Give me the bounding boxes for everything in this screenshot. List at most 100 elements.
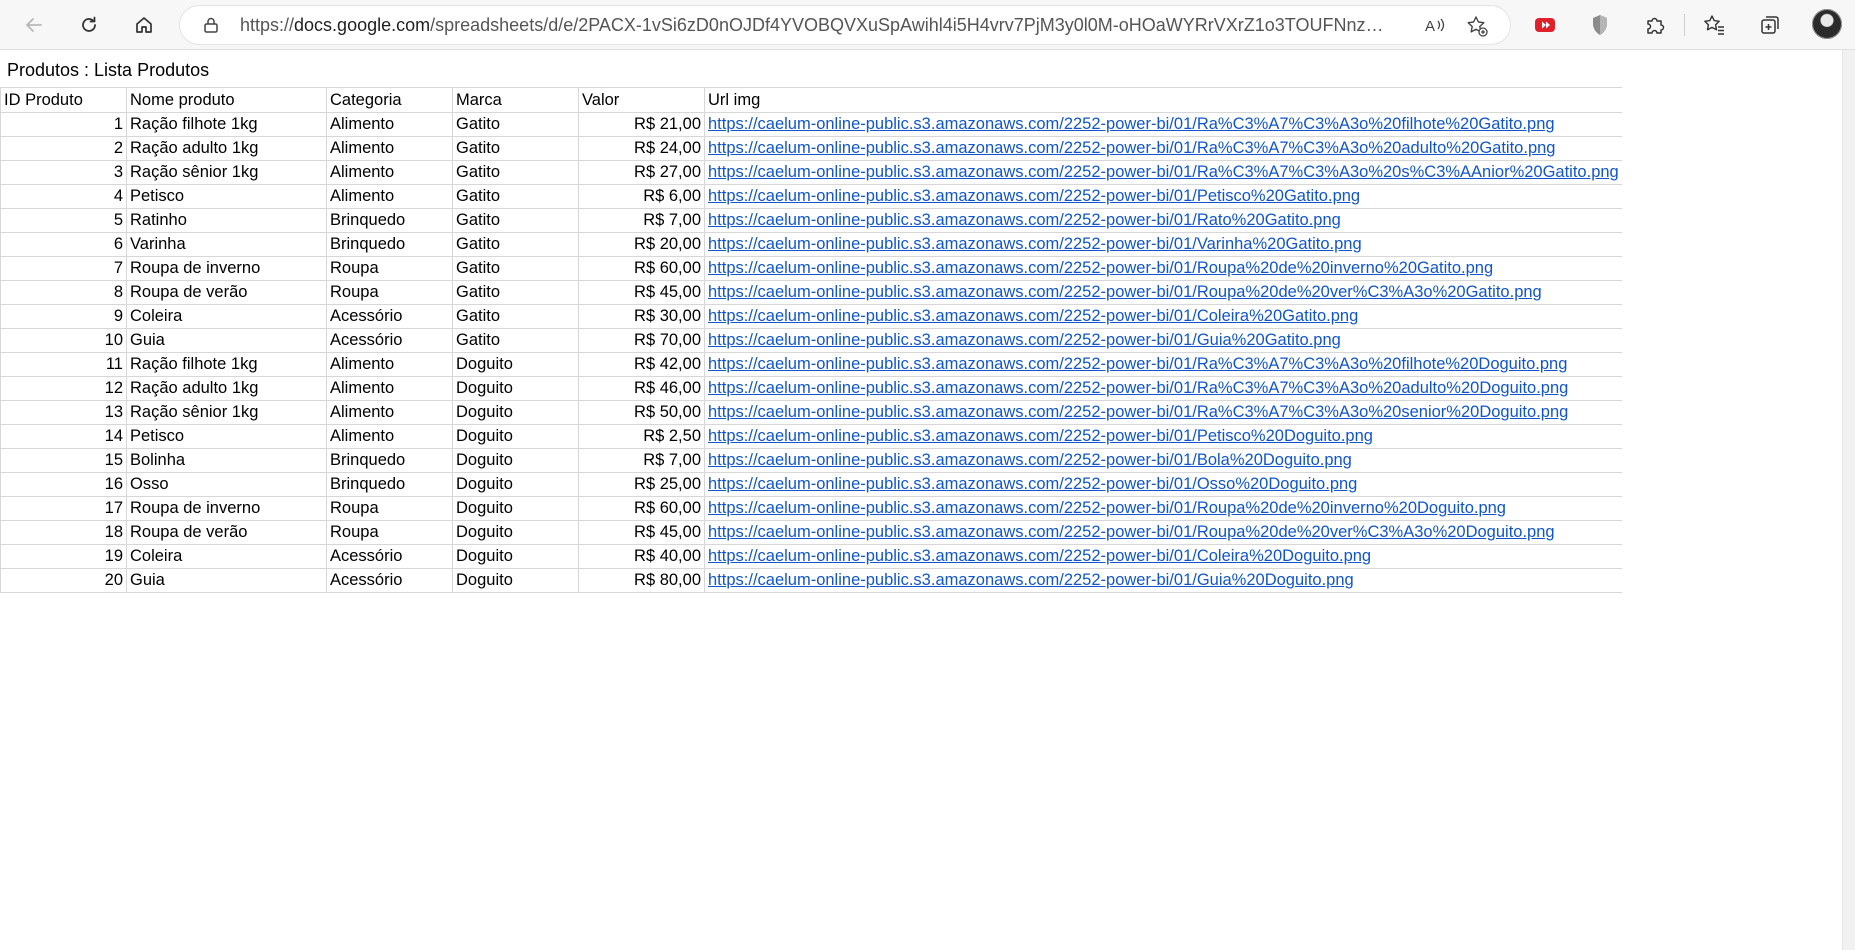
cell-value: R$ 27,00 [578,160,705,185]
cell-brand: Gatito [452,160,579,185]
cell-name: Ração filhote 1kg [126,352,327,377]
collections-button[interactable] [1753,8,1787,42]
cell-id: 10 [0,328,127,353]
cell-name: Guia [126,328,327,353]
toolbar-separator [1684,14,1685,36]
cell-category: Brinquedo [326,448,453,473]
image-url-link[interactable]: https://caelum-online-public.s3.amazonaw… [708,307,1358,325]
image-url-link[interactable]: https://caelum-online-public.s3.amazonaw… [708,499,1506,517]
image-url-link[interactable]: https://caelum-online-public.s3.amazonaw… [708,139,1555,157]
reload-button[interactable] [72,8,106,42]
header-row: ID Produto Nome produto Categoria Marca … [0,87,1622,113]
cell-category: Roupa [326,496,453,521]
cell-brand: Doguito [452,424,579,449]
table-row: 4 Petisco Alimento Gatito R$ 6,00 https://cae… [0,184,1622,209]
cell-category: Alimento [326,424,453,449]
extensions-button[interactable] [1638,8,1672,42]
cell-brand: Gatito [452,328,579,353]
cell-brand: Gatito [452,304,579,329]
cell-value: R$ 2,50 [578,424,705,449]
cell-brand: Gatito [452,256,579,281]
image-url-link[interactable]: https://caelum-online-public.s3.amazonaw… [708,403,1568,421]
cell-value: R$ 46,00 [578,376,705,401]
cell-name: Petisco [126,424,327,449]
cell-url: https://caelum-online-public.s3.amazonaw… [703,472,1622,497]
cell-category: Brinquedo [326,208,453,233]
image-url-link[interactable]: https://caelum-online-public.s3.amazonaw… [708,163,1619,181]
cell-url: https://caelum-online-public.s3.amazonaw… [703,280,1622,305]
table-row: 1 Ração filhote 1kg Alimento Gatito R$ 21,00… [0,112,1622,137]
cell-id: 3 [0,160,127,185]
cell-name: Ração sênior 1kg [126,160,327,185]
back-arrow-icon [24,15,44,35]
header-url: Url img [703,87,1622,113]
image-url-link[interactable]: https://caelum-online-public.s3.amazonaw… [708,547,1371,565]
image-url-link[interactable]: https://caelum-online-public.s3.amazonaw… [708,379,1568,397]
cell-value: R$ 40,00 [578,544,705,569]
cell-id: 6 [0,232,127,257]
cell-value: R$ 7,00 [578,208,705,233]
add-favorite-icon[interactable] [1466,15,1488,42]
image-url-link[interactable]: https://caelum-online-public.s3.amazonaw… [708,283,1542,301]
home-button[interactable] [127,8,161,42]
read-aloud-icon[interactable]: A [1424,15,1446,40]
image-url-link[interactable]: https://caelum-online-public.s3.amazonaw… [708,235,1362,253]
cell-value: R$ 50,00 [578,400,705,425]
back-button[interactable] [17,8,51,42]
favorites-button[interactable] [1697,8,1731,42]
cell-id: 8 [0,280,127,305]
image-url-link[interactable]: https://caelum-online-public.s3.amazonaw… [708,475,1357,493]
table-row: 14 Petisco Alimento Doguito R$ 2,50 https://c… [0,424,1622,449]
cell-id: 4 [0,184,127,209]
header-category: Categoria [326,87,453,113]
reload-icon [79,15,99,35]
cell-category: Alimento [326,112,453,137]
cell-value: R$ 21,00 [578,112,705,137]
cell-brand: Gatito [452,232,579,257]
cell-id: 1 [0,112,127,137]
header-brand: Marca [452,87,579,113]
cell-category: Alimento [326,352,453,377]
image-url-link[interactable]: https://caelum-online-public.s3.amazonaw… [708,259,1493,277]
image-url-link[interactable]: https://caelum-online-public.s3.amazonaw… [708,427,1373,445]
cell-brand: Doguito [452,568,579,593]
lock-icon[interactable] [202,16,220,39]
cell-brand: Gatito [452,280,579,305]
url-prefix: https:// [240,15,295,35]
image-url-link[interactable]: https://caelum-online-public.s3.amazonaw… [708,187,1360,205]
image-url-link[interactable]: https://caelum-online-public.s3.amazonaw… [708,211,1341,229]
address-bar[interactable]: https://docs.google.com/spreadsheets/d/e… [180,6,1510,44]
shield-extension-button[interactable] [1583,8,1617,42]
vertical-scrollbar[interactable] [1842,50,1855,950]
youtube-extension-icon [1534,15,1556,35]
cell-value: R$ 42,00 [578,352,705,377]
cell-id: 12 [0,376,127,401]
cell-url: https://caelum-online-public.s3.amazonaw… [703,520,1622,545]
cell-brand: Gatito [452,208,579,233]
cell-category: Alimento [326,400,453,425]
image-url-link[interactable]: https://caelum-online-public.s3.amazonaw… [708,355,1567,373]
url-text[interactable]: https://docs.google.com/spreadsheets/d/e… [240,15,1390,36]
youtube-extension-button[interactable] [1528,8,1562,42]
cell-url: https://caelum-online-public.s3.amazonaw… [703,448,1622,473]
image-url-link[interactable]: https://caelum-online-public.s3.amazonaw… [708,571,1354,589]
image-url-link[interactable]: https://caelum-online-public.s3.amazonaw… [708,115,1555,133]
cell-name: Osso [126,472,327,497]
cell-url: https://caelum-online-public.s3.amazonaw… [703,184,1622,209]
image-url-link[interactable]: https://caelum-online-public.s3.amazonaw… [708,523,1555,541]
table-body: 1 Ração filhote 1kg Alimento Gatito R$ 21,00… [0,112,1622,593]
cell-url: https://caelum-online-public.s3.amazonaw… [703,136,1622,161]
image-url-link[interactable]: https://caelum-online-public.s3.amazonaw… [708,451,1352,469]
cell-category: Roupa [326,520,453,545]
profile-avatar[interactable] [1812,9,1842,39]
table-row: 20 Guia Acessório Doguito R$ 80,00 https://ca… [0,568,1622,593]
table-row: 12 Ração adulto 1kg Alimento Doguito R$ 46,0… [0,376,1622,401]
cell-name: Ração adulto 1kg [126,376,327,401]
image-url-link[interactable]: https://caelum-online-public.s3.amazonaw… [708,331,1341,349]
cell-category: Acessório [326,328,453,353]
table-row: 10 Guia Acessório Gatito R$ 70,00 https://cae… [0,328,1622,353]
cell-brand: Doguito [452,520,579,545]
cell-brand: Doguito [452,376,579,401]
cell-name: Ratinho [126,208,327,233]
header-id: ID Produto [0,87,127,113]
